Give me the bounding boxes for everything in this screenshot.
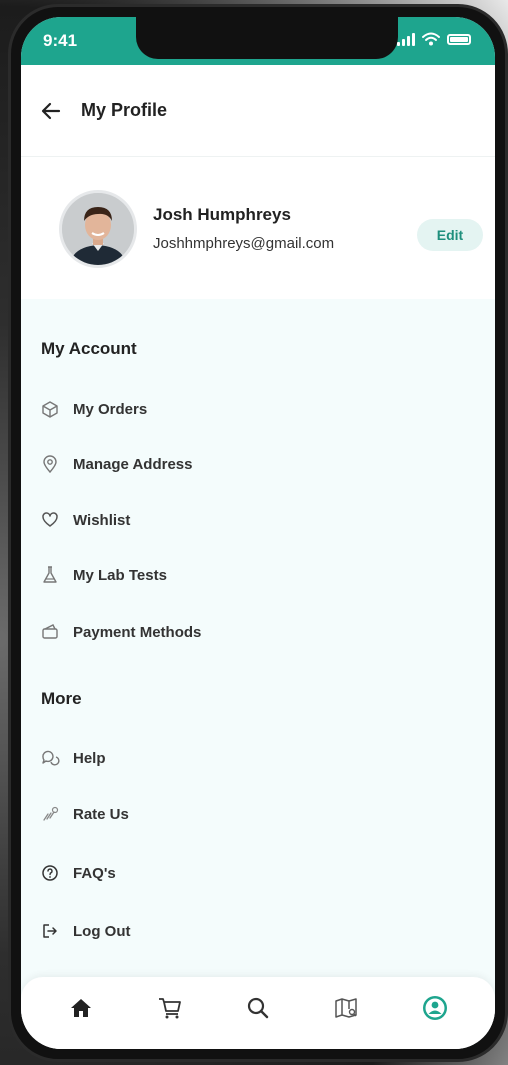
menu-item-my-orders[interactable]: My Orders: [39, 389, 479, 429]
status-bar: 9:41: [21, 17, 495, 65]
menu-label: Manage Address: [73, 455, 193, 473]
status-icons: [397, 32, 471, 46]
back-arrow-icon[interactable]: [39, 99, 63, 123]
menu-item-faqs[interactable]: FAQ's: [39, 853, 479, 893]
menu-label: Wishlist: [73, 511, 131, 529]
status-time: 9:41: [43, 31, 78, 50]
tab-map[interactable]: [324, 986, 368, 1030]
location-pin-icon: [39, 453, 61, 475]
section-title-my-account: My Account: [41, 339, 137, 358]
menu-label: Payment Methods: [73, 623, 202, 641]
menu-label: FAQ's: [73, 864, 116, 882]
tab-home[interactable]: [59, 986, 103, 1030]
heart-icon: [39, 509, 61, 531]
profile-email: Joshhmphreys@gmail.com: [153, 235, 335, 252]
menu-item-rate-us[interactable]: Rate Us: [39, 794, 479, 834]
page-header: My Profile: [21, 65, 495, 157]
search-icon: [247, 997, 269, 1019]
menu-label: Rate Us: [73, 805, 129, 823]
phone-frame: 9:41 My Profile Josh Humphreys Joshhmphr…: [8, 4, 508, 1062]
menu-label: Help: [73, 749, 106, 767]
profile-card: Josh Humphreys Joshhmphreys@gmail.com Ed…: [21, 157, 495, 299]
question-circle-icon: [39, 862, 61, 884]
signal-icon: [397, 32, 415, 46]
logout-icon: [39, 920, 61, 942]
page-title: My Profile: [81, 100, 168, 120]
menu-label: My Orders: [73, 400, 148, 418]
menu-label: Log Out: [73, 922, 131, 940]
map-icon: [335, 998, 358, 1018]
section-title-more: More: [41, 689, 82, 708]
chat-help-icon: [39, 747, 61, 769]
menu-item-my-lab-tests[interactable]: My Lab Tests: [39, 555, 479, 595]
box-icon: [39, 398, 61, 420]
tab-profile[interactable]: [413, 986, 457, 1030]
avatar-portrait: [62, 193, 134, 265]
battery-icon: [447, 33, 471, 45]
tab-search[interactable]: [236, 986, 280, 1030]
flask-icon: [39, 564, 61, 586]
menu-label: My Lab Tests: [73, 566, 167, 584]
avatar[interactable]: [59, 190, 137, 268]
profile-icon: [422, 996, 447, 1020]
app-screen: 9:41 My Profile Josh Humphreys Joshhmphr…: [21, 17, 495, 1049]
menu-item-log-out[interactable]: Log Out: [39, 911, 479, 951]
edit-profile-button[interactable]: Edit: [417, 219, 483, 251]
menu-item-help[interactable]: Help: [39, 738, 479, 778]
menu-item-payment-methods[interactable]: Payment Methods: [39, 612, 479, 652]
notch: [136, 17, 398, 59]
cart-icon: [158, 998, 181, 1019]
profile-name: Josh Humphreys: [153, 205, 291, 224]
stars-icon: [39, 803, 61, 825]
menu-item-manage-address[interactable]: Manage Address: [39, 444, 479, 484]
wifi-icon: [422, 32, 440, 46]
bottom-tab-bar: [21, 977, 495, 1049]
menu-item-wishlist[interactable]: Wishlist: [39, 500, 479, 540]
wallet-icon: [39, 621, 61, 643]
tab-cart[interactable]: [148, 986, 192, 1030]
home-icon: [71, 999, 92, 1017]
